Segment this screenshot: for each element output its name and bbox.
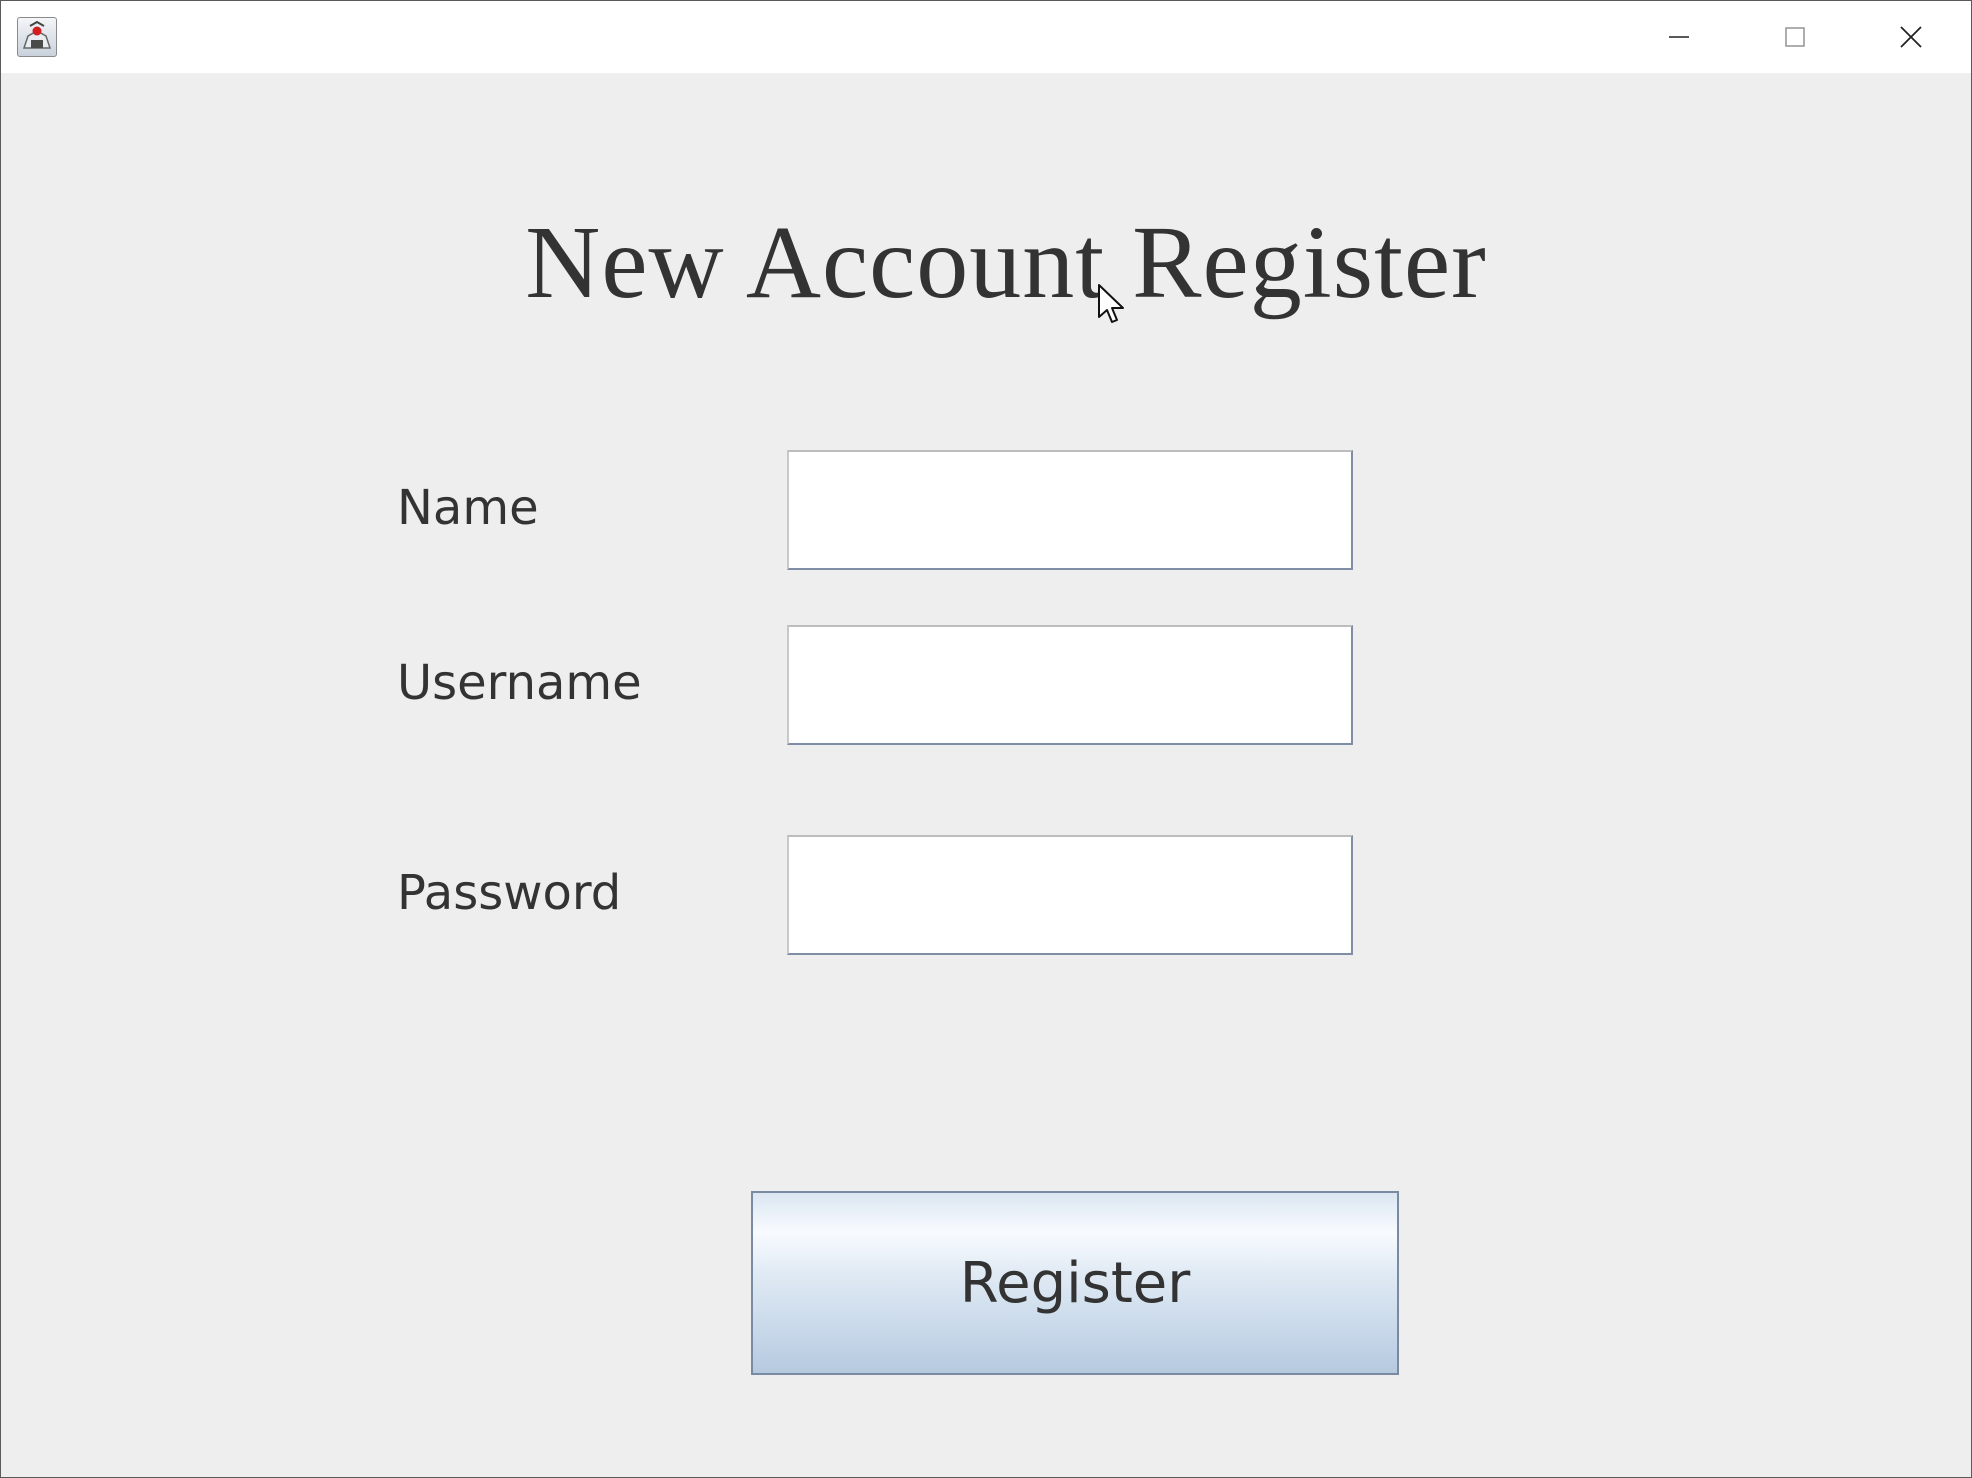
name-label: Name bbox=[397, 480, 539, 536]
password-input[interactable] bbox=[787, 835, 1353, 955]
register-button[interactable]: Register bbox=[751, 1191, 1399, 1375]
mouse-cursor-icon bbox=[1098, 284, 1124, 323]
app-window: New Account Register Name Username Passw… bbox=[0, 0, 1972, 1478]
form-panel: New Account Register Name Username Passw… bbox=[1, 73, 1971, 1477]
minimize-icon bbox=[1669, 36, 1689, 38]
name-input[interactable] bbox=[787, 450, 1353, 570]
maximize-icon bbox=[1785, 27, 1805, 47]
minimize-button[interactable] bbox=[1621, 1, 1737, 73]
maximize-button[interactable] bbox=[1737, 1, 1853, 73]
java-app-icon[interactable] bbox=[17, 17, 57, 57]
title-bar[interactable] bbox=[1, 1, 1971, 73]
close-button[interactable] bbox=[1853, 1, 1969, 73]
username-input[interactable] bbox=[787, 625, 1353, 745]
page-title: New Account Register bbox=[525, 205, 1487, 320]
username-label: Username bbox=[397, 655, 642, 711]
close-icon bbox=[1900, 26, 1922, 48]
password-label: Password bbox=[397, 865, 622, 921]
